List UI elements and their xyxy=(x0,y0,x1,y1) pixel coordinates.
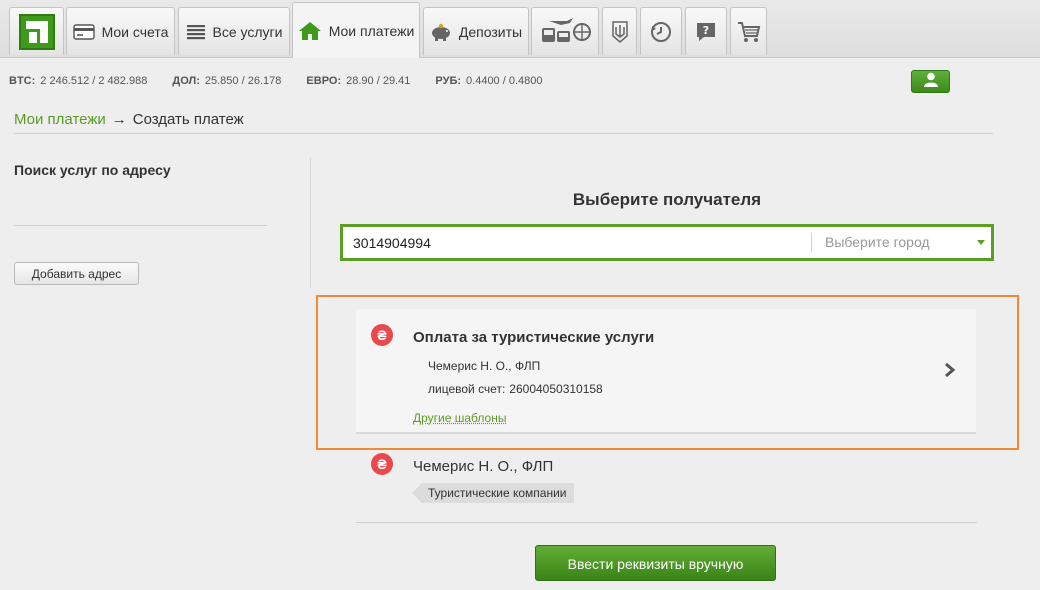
user-icon xyxy=(923,72,939,92)
tag-notch xyxy=(412,483,422,503)
rate-label: ДОЛ: xyxy=(172,75,200,87)
choose-recipient-title: Выберите получателя xyxy=(572,190,762,209)
tab-transport[interactable] xyxy=(531,7,599,55)
divider xyxy=(14,133,993,134)
breadcrumb-my-payments-link[interactable]: Мои платежи xyxy=(14,111,106,128)
tab-label: Депозиты xyxy=(458,23,523,40)
transport-icon xyxy=(539,17,591,47)
cart-icon xyxy=(737,21,761,43)
rate-value: 25.850 / 26.178 xyxy=(204,75,282,87)
recipient-search-input[interactable] xyxy=(343,227,811,258)
card-icon xyxy=(72,23,95,40)
tab-cart[interactable] xyxy=(730,7,767,55)
chevron-down-icon[interactable] xyxy=(977,240,985,245)
payment-template-card[interactable]: ₴ Оплата за туристические услуги Чемерис… xyxy=(356,309,976,434)
rate-value: 2 246.512 / 2 482.988 xyxy=(40,75,148,87)
privatbank-logo-icon xyxy=(18,13,55,50)
list-icon xyxy=(186,24,206,40)
template-title: Оплата за туристические услуги xyxy=(413,329,655,346)
recipient-result-name[interactable]: Чемерис Н. О., ФЛП xyxy=(413,458,553,475)
logo-tab[interactable] xyxy=(9,7,64,55)
hryvnia-icon: ₴ xyxy=(371,324,393,346)
breadcrumb-current: Создать платеж xyxy=(132,111,244,128)
divider xyxy=(356,522,977,523)
address-search-title: Поиск услуг по адресу xyxy=(14,162,171,178)
rate-value: 28.90 / 29.41 xyxy=(346,75,411,87)
rate-label: ЕВРО: xyxy=(306,75,342,87)
recipient-name: Чемерис Н. О., ФЛП xyxy=(428,359,541,373)
tab-label: Мои платежи xyxy=(328,22,415,39)
account-label: лицевой счет: xyxy=(428,382,506,396)
tab-label: Мои счета xyxy=(101,23,169,40)
tab-label: Все услуги xyxy=(212,23,283,40)
svg-text:?: ? xyxy=(703,24,709,37)
piggy-bank-icon xyxy=(430,23,452,41)
history-icon xyxy=(649,20,673,44)
city-select[interactable]: Выберите город xyxy=(825,227,930,258)
home-icon xyxy=(298,21,322,41)
user-profile-button[interactable] xyxy=(911,70,950,93)
other-templates-link[interactable]: Другие шаблоны xyxy=(413,411,506,425)
rate-label: РУБ: xyxy=(435,75,462,87)
tab-government[interactable] xyxy=(602,7,637,55)
add-address-button[interactable]: Добавить адрес xyxy=(14,262,139,285)
tab-deposits[interactable]: Депозиты xyxy=(423,7,529,55)
tab-history[interactable] xyxy=(640,7,682,55)
recipient-search-box: Выберите город xyxy=(340,224,994,261)
category-tag[interactable]: Туристические компании xyxy=(422,483,574,503)
tab-help[interactable]: ? xyxy=(685,7,727,55)
tab-my-accounts[interactable]: Мои счета xyxy=(66,7,175,55)
help-icon: ? xyxy=(695,21,717,43)
divider xyxy=(811,233,812,252)
top-navigation: Мои счета Все услуги Мои платежи Депозит… xyxy=(0,0,1040,58)
enter-details-manually-button[interactable]: Ввести реквизиты вручную xyxy=(535,545,776,581)
tab-my-payments[interactable]: Мои платежи xyxy=(292,2,420,58)
account-number: 26004050310158 xyxy=(509,382,603,396)
tab-all-services[interactable]: Все услуги xyxy=(178,7,290,55)
rate-label: BTC: xyxy=(9,75,36,87)
account-line: лицевой счет: 26004050310158 xyxy=(428,382,603,396)
breadcrumb-arrow: → xyxy=(111,111,127,128)
column-divider xyxy=(310,158,311,288)
rate-value: 0.4400 / 0.4800 xyxy=(466,75,543,87)
exchange-rates: BTC: 2 246.512 / 2 482.988 ДОЛ: 25.850 / 2… xyxy=(9,75,565,87)
breadcrumb: Мои платежи → Создать платеж xyxy=(14,111,244,128)
hryvnia-icon: ₴ xyxy=(371,453,393,475)
chevron-right-icon[interactable] xyxy=(944,362,956,383)
ukraine-trident-icon xyxy=(611,20,628,43)
divider xyxy=(14,225,267,226)
